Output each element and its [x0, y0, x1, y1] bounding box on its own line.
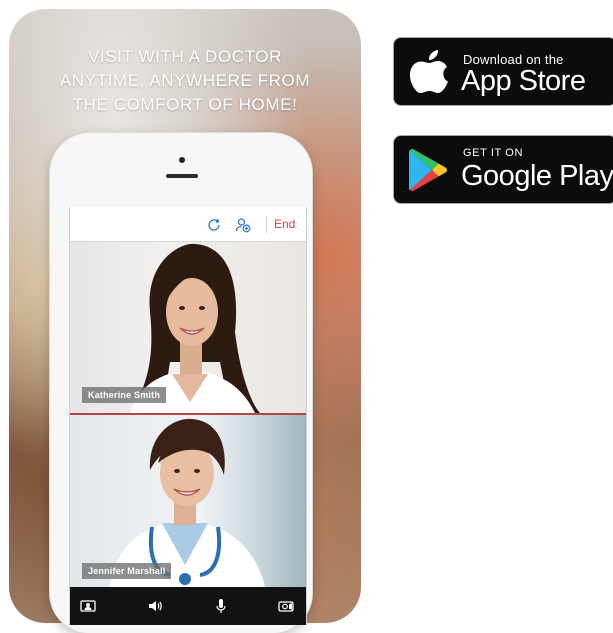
phone-camera [179, 157, 185, 163]
headline-line: VISIT WITH A DOCTOR [87, 47, 283, 66]
microphone-icon[interactable] [213, 598, 229, 614]
google-play-small-text: GET IT ON [463, 147, 524, 159]
speaker-icon[interactable] [147, 598, 163, 614]
google-play-badge[interactable]: GET IT ON Google Play [393, 135, 613, 204]
video-tile-doctor: Jennifer Marshall [70, 415, 306, 587]
toolbar-divider [266, 216, 267, 233]
google-play-big-text: Google Play [461, 160, 613, 192]
doctor-video-feed [110, 418, 265, 587]
participant-name-label: Jennifer Marshall [82, 563, 172, 579]
video-call-screen: End Katherine Smith Jennifer Marshall [69, 207, 307, 625]
add-participant-icon[interactable] [235, 217, 251, 233]
refresh-icon[interactable] [206, 217, 222, 233]
headline-line: ANYTIME, ANYWHERE FROM [59, 71, 311, 90]
promo-headline: VISIT WITH A DOCTOR ANYTIME, ANYWHERE FR… [9, 45, 361, 117]
app-store-badge[interactable]: Download on the App Store [393, 37, 613, 106]
phone-speaker [166, 174, 198, 178]
video-tile-patient: Katherine Smith [70, 242, 306, 415]
google-play-logo-icon [409, 148, 447, 192]
apple-logo-icon [410, 50, 448, 93]
participant-name-label: Katherine Smith [82, 387, 167, 403]
camera-switch-icon[interactable] [278, 598, 294, 614]
call-toolbar: End [70, 207, 306, 242]
headline-line: THE COMFORT OF HOME! [72, 95, 298, 114]
call-controls-bar [70, 587, 306, 625]
app-store-big-text: App Store [461, 65, 586, 97]
end-call-button[interactable]: End [274, 217, 295, 231]
contacts-icon[interactable] [80, 598, 96, 614]
